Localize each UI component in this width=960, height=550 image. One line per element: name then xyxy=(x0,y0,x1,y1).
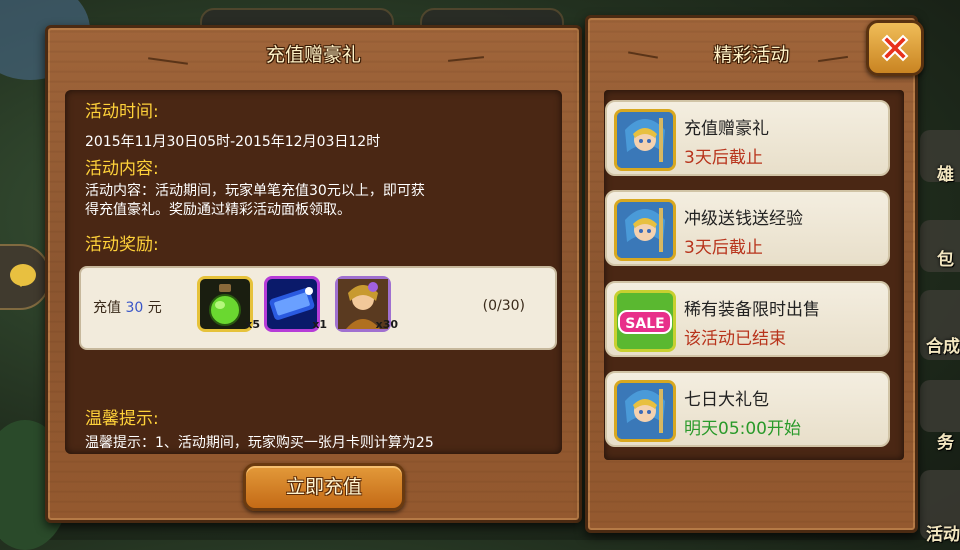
event-icon xyxy=(614,199,676,261)
side-label-heroes: 雄 xyxy=(937,165,954,185)
reward-item-scroll[interactable]: x1 xyxy=(264,276,327,332)
chat-bubble-icon xyxy=(10,264,36,287)
hero-portrait-icon xyxy=(617,112,673,168)
event-icon xyxy=(614,109,676,171)
recharge-now-button[interactable]: 立即充值 xyxy=(243,463,405,511)
event-status: 3天后截止 xyxy=(684,238,763,258)
event-icon: SALE xyxy=(614,290,676,352)
side-label-bag: 包 xyxy=(937,250,954,270)
svg-text:SALE: SALE xyxy=(625,316,664,332)
event-detail-content: 活动时间: 2015年11月30日05时-2015年12月03日12时 活动内容… xyxy=(65,90,562,454)
time-heading: 活动时间: xyxy=(85,102,159,122)
reward-item-hero[interactable]: x30 xyxy=(335,276,398,332)
side-label-quest: 务 xyxy=(937,433,954,453)
hero-portrait-icon xyxy=(617,202,673,258)
event-status: 3天后截止 xyxy=(684,148,763,168)
close-button[interactable] xyxy=(866,20,924,76)
event-name: 充值赠豪礼 xyxy=(684,119,769,139)
reward-label-prefix: 充值 xyxy=(93,300,121,316)
close-x-icon xyxy=(881,34,909,62)
event-status: 明天05:00开始 xyxy=(684,419,801,439)
reward-amount: 30 xyxy=(125,300,144,316)
event-card-recharge-gift[interactable]: 充值赠豪礼 3天后截止 xyxy=(605,100,890,176)
blue-scroll-icon xyxy=(269,287,315,320)
content-heading: 活动内容: xyxy=(85,159,159,179)
side-label-events: 活动 xyxy=(926,525,960,545)
event-name: 七日大礼包 xyxy=(684,390,769,410)
reward-item-count: x1 xyxy=(312,318,327,331)
event-card-seven-day-gift[interactable]: 七日大礼包 明天05:00开始 xyxy=(605,371,890,447)
green-potion-icon xyxy=(209,284,241,326)
reward-condition: 充值 30 元 xyxy=(93,297,162,317)
event-detail-panel: 充值赠豪礼 活动时间: 2015年11月30日05时-2015年12月03日12… xyxy=(45,25,582,523)
content-text-line2: 得充值豪礼。奖励通过精彩活动面板领取。 xyxy=(85,202,351,218)
event-card-level-up[interactable]: 冲级送钱送经验 3天后截止 xyxy=(605,190,890,266)
event-status: 该活动已结束 xyxy=(684,329,786,349)
panel-title: 充值赠豪礼 xyxy=(265,44,361,66)
event-icon xyxy=(614,380,676,442)
chat-button[interactable] xyxy=(0,244,50,310)
tip-text: 温馨提示：1、活动期间，玩家购买一张月卡则计算为25 xyxy=(85,435,434,451)
time-text: 2015年11月30日05时-2015年12月03日12时 xyxy=(85,134,381,150)
event-name: 稀有装备限时出售 xyxy=(684,300,820,320)
reward-progress: (0/30) xyxy=(482,298,525,314)
reward-row: 充值 30 元 x5 x1 x30 (0/30) xyxy=(79,266,557,350)
reward-item-count: x30 xyxy=(375,318,398,331)
reward-item-potion[interactable]: x5 xyxy=(197,276,260,332)
side-menu-quest[interactable] xyxy=(920,380,960,432)
reward-item-count: x5 xyxy=(245,318,260,331)
reward-label-suffix: 元 xyxy=(147,300,162,316)
hero-portrait-icon xyxy=(617,383,673,439)
event-name: 冲级送钱送经验 xyxy=(684,209,803,229)
sale-badge-icon: SALE xyxy=(617,293,673,349)
events-list-panel: 精彩活动 xyxy=(585,15,918,533)
content-text-line1: 活动内容：活动期间，玩家单笔充值30元以上，即可获 xyxy=(85,183,425,199)
event-card-rare-equipment[interactable]: SALE 稀有装备限时出售 该活动已结束 xyxy=(605,281,890,357)
side-label-craft: 合成 xyxy=(926,337,960,357)
reward-heading: 活动奖励: xyxy=(85,235,159,255)
tip-heading: 温馨提示: xyxy=(85,409,159,429)
